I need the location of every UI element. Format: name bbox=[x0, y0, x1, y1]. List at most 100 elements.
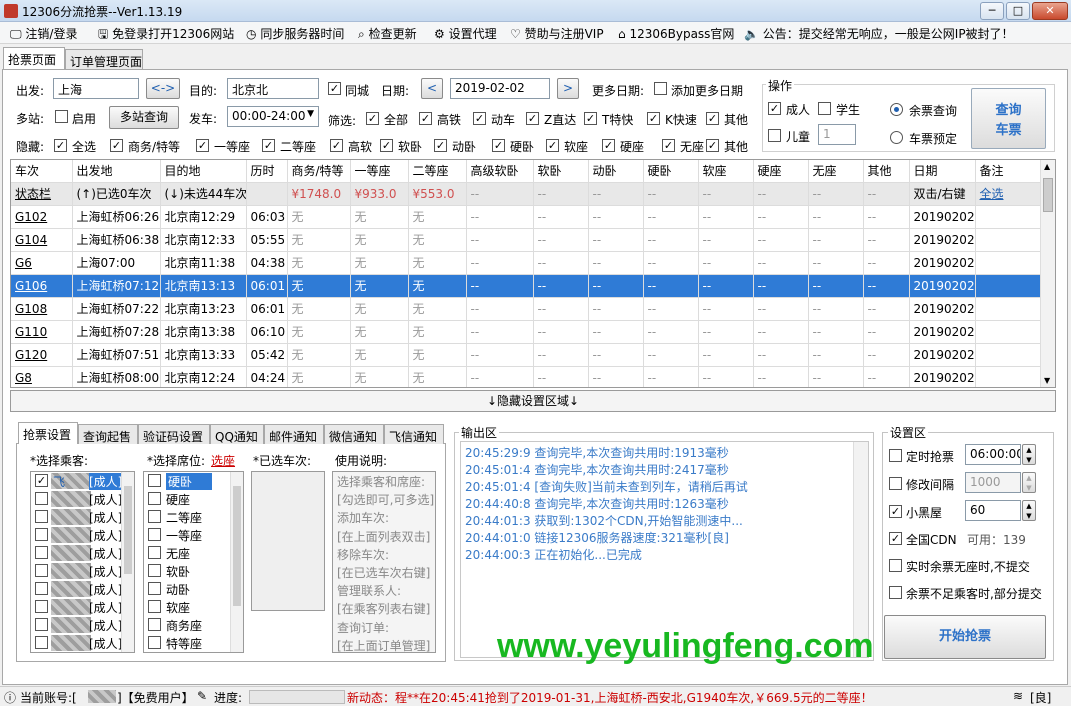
maximize-button[interactable]: □ bbox=[1006, 2, 1030, 20]
bottom-tab-3[interactable]: QQ通知 bbox=[210, 424, 264, 444]
seat-item[interactable]: 软卧 bbox=[144, 562, 243, 580]
filter-checkbox-6[interactable]: ✓ bbox=[706, 112, 719, 125]
bottom-tab-5[interactable]: 微信通知 bbox=[324, 424, 384, 444]
seat-item[interactable]: 动卧 bbox=[144, 580, 243, 598]
no-seat-checkbox[interactable] bbox=[889, 559, 902, 572]
train-number-link[interactable]: G102 bbox=[11, 205, 73, 229]
seat-item[interactable]: 二等座 bbox=[144, 508, 243, 526]
filter-checkbox-4[interactable]: ✓ bbox=[584, 112, 597, 125]
passenger-item[interactable]: ✓ 飞 [成人] bbox=[31, 472, 134, 490]
column-header-13[interactable]: 无座 bbox=[808, 160, 864, 183]
table-row[interactable]: G102 上海虹桥06:26 北京南12:29 06:03 无无无 -- -- -- -- -- -… bbox=[11, 205, 1043, 229]
table-row[interactable]: G104 上海虹桥06:38 北京南12:33 05:55 无无无 -- -- -- -- -- -… bbox=[11, 228, 1043, 252]
filter-checkbox-1[interactable]: ✓ bbox=[419, 112, 432, 125]
partial-submit-checkbox[interactable] bbox=[889, 586, 902, 599]
train-number-link[interactable]: G104 bbox=[11, 228, 73, 252]
hide-checkbox-6[interactable]: ✓ bbox=[434, 139, 447, 152]
passenger-item[interactable]: [成人] bbox=[31, 526, 134, 544]
seat-item[interactable]: 硬卧 bbox=[144, 472, 243, 490]
passenger-checkbox[interactable] bbox=[35, 582, 48, 595]
menu-open-site[interactable]: 🖫 免登录打开12306网站 bbox=[98, 25, 234, 46]
hide-checkbox-8[interactable]: ✓ bbox=[546, 139, 559, 152]
table-row[interactable]: G110 上海虹桥07:28 北京南13:38 06:10 无无无 -- -- -- -- -- -… bbox=[11, 320, 1043, 344]
hide-checkbox-3[interactable]: ✓ bbox=[262, 139, 275, 152]
passenger-item[interactable]: [成人] bbox=[31, 490, 134, 508]
table-row[interactable]: G120 上海虹桥07:51 北京南13:33 05:42 无无无 -- -- -- -- -- -… bbox=[11, 343, 1043, 367]
hide-checkbox-4[interactable]: ✓ bbox=[330, 139, 343, 152]
passenger-scroll-thumb[interactable] bbox=[124, 486, 132, 574]
column-header-5[interactable]: 一等座 bbox=[350, 160, 409, 183]
child-count-input[interactable]: 1 bbox=[818, 124, 856, 145]
hide-checkbox-2[interactable]: ✓ bbox=[196, 139, 209, 152]
passenger-scrollbar[interactable] bbox=[121, 472, 134, 652]
child-checkbox[interactable] bbox=[768, 129, 781, 142]
filter-checkbox-2[interactable]: ✓ bbox=[473, 112, 486, 125]
student-checkbox[interactable] bbox=[818, 102, 831, 115]
cdn-checkbox[interactable]: ✓ bbox=[889, 532, 902, 545]
passenger-item[interactable]: [成人] bbox=[31, 508, 134, 526]
passenger-item[interactable]: [成人] bbox=[31, 616, 134, 634]
seat-scroll-thumb[interactable] bbox=[233, 486, 241, 606]
seat-item[interactable]: 一等座 bbox=[144, 526, 243, 544]
menu-sponsor[interactable]: ♡ 赞助与注册VIP bbox=[510, 25, 604, 42]
hide-checkbox-1[interactable]: ✓ bbox=[110, 139, 123, 152]
bottom-tab-1[interactable]: 查询起售 bbox=[78, 424, 138, 444]
hide-checkbox-5[interactable]: ✓ bbox=[380, 139, 393, 152]
interval-spinner[interactable]: ▲ ▼ bbox=[1022, 472, 1036, 493]
bottom-tab-4[interactable]: 邮件通知 bbox=[264, 424, 324, 444]
seat-checkbox[interactable] bbox=[148, 600, 161, 613]
add-more-dates-checkbox[interactable] bbox=[654, 82, 667, 95]
minimize-button[interactable]: ─ bbox=[980, 2, 1004, 20]
interval-input[interactable]: 1000 bbox=[965, 472, 1021, 493]
seat-checkbox[interactable] bbox=[148, 564, 161, 577]
column-header-3[interactable]: 历时 bbox=[246, 160, 288, 183]
choose-seat-link[interactable]: 选座 bbox=[211, 452, 235, 469]
passenger-checkbox[interactable] bbox=[35, 546, 48, 559]
hide-checkbox-0[interactable]: ✓ bbox=[54, 139, 67, 152]
column-header-8[interactable]: 软卧 bbox=[533, 160, 589, 183]
seat-checkbox[interactable] bbox=[148, 618, 161, 631]
passenger-checkbox[interactable] bbox=[35, 528, 48, 541]
passenger-checkbox[interactable] bbox=[35, 510, 48, 523]
train-number-link[interactable]: G110 bbox=[11, 320, 73, 344]
scroll-up-icon[interactable]: ▲ bbox=[1044, 162, 1050, 171]
hide-checkbox-7[interactable]: ✓ bbox=[492, 139, 505, 152]
passenger-item[interactable]: [成人] bbox=[31, 598, 134, 616]
hide-checkbox-11[interactable]: ✓ bbox=[706, 139, 719, 152]
grid-scrollbar[interactable]: ▲ ▼ bbox=[1040, 160, 1055, 387]
passenger-checkbox[interactable] bbox=[35, 600, 48, 613]
seat-checkbox[interactable] bbox=[148, 636, 161, 649]
blackroom-checkbox[interactable]: ✓ bbox=[889, 505, 902, 518]
seat-scrollbar[interactable] bbox=[230, 472, 243, 652]
scroll-down-icon[interactable]: ▼ bbox=[1044, 376, 1050, 385]
filter-checkbox-0[interactable]: ✓ bbox=[366, 112, 379, 125]
table-row[interactable]: G6 上海07:00 北京南11:38 04:38 无无无 -- -- -- -- -- -- -- -… bbox=[11, 251, 1043, 275]
column-header-0[interactable]: 车次 bbox=[11, 160, 73, 183]
menu-login[interactable]: 🖵 注销/登录 bbox=[10, 25, 77, 42]
timed-spinner[interactable]: ▲ ▼ bbox=[1022, 444, 1036, 465]
multi-station-query-button[interactable]: 多站查询 bbox=[109, 106, 179, 129]
bottom-tab-6[interactable]: 飞信通知 bbox=[384, 424, 444, 444]
tab-ticket-page[interactable]: 抢票页面 bbox=[3, 47, 65, 69]
column-header-14[interactable]: 其他 bbox=[863, 160, 910, 183]
seat-item[interactable]: 软座 bbox=[144, 598, 243, 616]
column-header-12[interactable]: 硬座 bbox=[753, 160, 809, 183]
to-input[interactable]: 北京北 bbox=[227, 78, 319, 99]
seat-checkbox[interactable] bbox=[148, 510, 161, 523]
close-button[interactable]: ✕ bbox=[1032, 2, 1068, 20]
column-header-4[interactable]: 商务/特等 bbox=[287, 160, 351, 183]
column-header-11[interactable]: 软座 bbox=[698, 160, 754, 183]
status-cell-16[interactable]: 全选 bbox=[975, 182, 1043, 206]
start-grab-button[interactable]: 开始抢票 bbox=[884, 615, 1046, 659]
passenger-checkbox[interactable] bbox=[35, 636, 48, 649]
menu-check-update[interactable]: ⌕ 检查更新 bbox=[358, 25, 417, 42]
hide-checkbox-9[interactable]: ✓ bbox=[602, 139, 615, 152]
seat-item[interactable]: 特等座 bbox=[144, 634, 243, 652]
column-header-2[interactable]: 目的地 bbox=[160, 160, 247, 183]
column-header-10[interactable]: 硬卧 bbox=[643, 160, 699, 183]
blackroom-spinner[interactable]: ▲ ▼ bbox=[1022, 500, 1036, 521]
selected-trains-list[interactable] bbox=[251, 471, 325, 611]
date-input[interactable]: 2019-02-02 bbox=[450, 78, 550, 99]
passenger-checkbox[interactable] bbox=[35, 618, 48, 631]
passenger-item[interactable]: [成人] bbox=[31, 634, 134, 652]
